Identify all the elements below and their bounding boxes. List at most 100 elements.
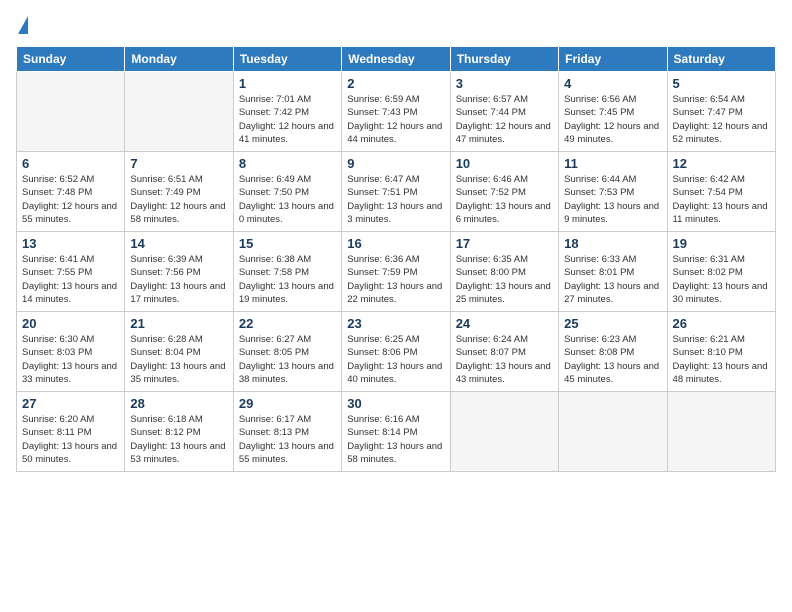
day-number: 17: [456, 236, 553, 251]
day-info: Sunrise: 6:35 AM Sunset: 8:00 PM Dayligh…: [456, 253, 553, 306]
day-info: Sunrise: 7:01 AM Sunset: 7:42 PM Dayligh…: [239, 93, 336, 146]
day-info: Sunrise: 6:17 AM Sunset: 8:13 PM Dayligh…: [239, 413, 336, 466]
day-number: 30: [347, 396, 444, 411]
day-info: Sunrise: 6:16 AM Sunset: 8:14 PM Dayligh…: [347, 413, 444, 466]
day-info: Sunrise: 6:52 AM Sunset: 7:48 PM Dayligh…: [22, 173, 119, 226]
calendar-cell: 4Sunrise: 6:56 AM Sunset: 7:45 PM Daylig…: [559, 72, 667, 152]
calendar-cell: 26 Sunrise: 6:21 AM Sunset: 8:10 PM Dayli…: [667, 312, 775, 392]
calendar-cell: 3 Sunrise: 6:57 AM Sunset: 7:44 PM Daylig…: [450, 72, 558, 152]
calendar-cell: 19Sunrise: 6:31 AM Sunset: 8:02 PM Dayli…: [667, 232, 775, 312]
day-header-thursday: Thursday: [450, 47, 558, 72]
calendar-cell: 20 Sunrise: 6:30 AM Sunset: 8:03 PM Dayli…: [17, 312, 125, 392]
calendar-cell: 11Sunrise: 6:44 AM Sunset: 7:53 PM Dayli…: [559, 152, 667, 232]
day-number: 15: [239, 236, 336, 251]
day-info: Sunrise: 6:51 AM Sunset: 7:49 PM Dayligh…: [130, 173, 227, 226]
day-header-tuesday: Tuesday: [233, 47, 341, 72]
day-number: 13: [22, 236, 119, 251]
day-info: Sunrise: 6:30 AM Sunset: 8:03 PM Dayligh…: [22, 333, 119, 386]
day-header-friday: Friday: [559, 47, 667, 72]
day-info: Sunrise: 6:28 AM Sunset: 8:04 PM Dayligh…: [130, 333, 227, 386]
calendar-cell: 14 Sunrise: 6:39 AM Sunset: 7:56 PM Dayli…: [125, 232, 233, 312]
day-info: Sunrise: 6:23 AM Sunset: 8:08 PM Dayligh…: [564, 333, 661, 386]
day-number: 18: [564, 236, 661, 251]
day-info: Sunrise: 6:49 AM Sunset: 7:50 PM Dayligh…: [239, 173, 336, 226]
day-info: Sunrise: 6:57 AM Sunset: 7:44 PM Dayligh…: [456, 93, 553, 146]
calendar-cell: 18 Sunrise: 6:33 AM Sunset: 8:01 PM Dayli…: [559, 232, 667, 312]
day-number: 5: [673, 76, 770, 91]
calendar-cell: 9 Sunrise: 6:47 AM Sunset: 7:51 PM Daylig…: [342, 152, 450, 232]
day-number: 10: [456, 156, 553, 171]
day-info: Sunrise: 6:27 AM Sunset: 8:05 PM Dayligh…: [239, 333, 336, 386]
day-info: Sunrise: 6:47 AM Sunset: 7:51 PM Dayligh…: [347, 173, 444, 226]
day-info: Sunrise: 6:54 AM Sunset: 7:47 PM Dayligh…: [673, 93, 770, 146]
day-number: 11: [564, 156, 661, 171]
day-info: Sunrise: 6:46 AM Sunset: 7:52 PM Dayligh…: [456, 173, 553, 226]
day-number: 14: [130, 236, 227, 251]
day-info: Sunrise: 6:41 AM Sunset: 7:55 PM Dayligh…: [22, 253, 119, 306]
calendar-cell: [450, 392, 558, 472]
day-info: Sunrise: 6:56 AM Sunset: 7:45 PM Dayligh…: [564, 93, 661, 146]
day-info: Sunrise: 6:33 AM Sunset: 8:01 PM Dayligh…: [564, 253, 661, 306]
calendar-table: SundayMondayTuesdayWednesdayThursdayFrid…: [16, 46, 776, 472]
day-number: 27: [22, 396, 119, 411]
day-info: Sunrise: 6:42 AM Sunset: 7:54 PM Dayligh…: [673, 173, 770, 226]
calendar-cell: 8 Sunrise: 6:49 AM Sunset: 7:50 PM Daylig…: [233, 152, 341, 232]
day-header-wednesday: Wednesday: [342, 47, 450, 72]
week-row-1: 1 Sunrise: 7:01 AM Sunset: 7:42 PM Daylig…: [17, 72, 776, 152]
day-number: 22: [239, 316, 336, 331]
day-number: 9: [347, 156, 444, 171]
day-number: 28: [130, 396, 227, 411]
calendar-cell: 13 Sunrise: 6:41 AM Sunset: 7:55 PM Dayli…: [17, 232, 125, 312]
day-number: 29: [239, 396, 336, 411]
calendar-cell: 17 Sunrise: 6:35 AM Sunset: 8:00 PM Dayli…: [450, 232, 558, 312]
calendar-cell: 6Sunrise: 6:52 AM Sunset: 7:48 PM Daylig…: [17, 152, 125, 232]
calendar-cell: [17, 72, 125, 152]
day-number: 1: [239, 76, 336, 91]
calendar-header-row: SundayMondayTuesdayWednesdayThursdayFrid…: [17, 47, 776, 72]
week-row-3: 13 Sunrise: 6:41 AM Sunset: 7:55 PM Dayli…: [17, 232, 776, 312]
calendar-cell: [559, 392, 667, 472]
calendar-cell: [667, 392, 775, 472]
day-number: 25: [564, 316, 661, 331]
calendar-cell: 22 Sunrise: 6:27 AM Sunset: 8:05 PM Dayli…: [233, 312, 341, 392]
day-number: 8: [239, 156, 336, 171]
calendar-cell: 21 Sunrise: 6:28 AM Sunset: 8:04 PM Dayli…: [125, 312, 233, 392]
day-number: 20: [22, 316, 119, 331]
calendar-cell: 15 Sunrise: 6:38 AM Sunset: 7:58 PM Dayli…: [233, 232, 341, 312]
day-info: Sunrise: 6:20 AM Sunset: 8:11 PM Dayligh…: [22, 413, 119, 466]
calendar-cell: 7 Sunrise: 6:51 AM Sunset: 7:49 PM Daylig…: [125, 152, 233, 232]
day-header-sunday: Sunday: [17, 47, 125, 72]
day-info: Sunrise: 6:24 AM Sunset: 8:07 PM Dayligh…: [456, 333, 553, 386]
day-number: 12: [673, 156, 770, 171]
day-info: Sunrise: 6:21 AM Sunset: 8:10 PM Dayligh…: [673, 333, 770, 386]
day-number: 21: [130, 316, 227, 331]
calendar-cell: 27 Sunrise: 6:20 AM Sunset: 8:11 PM Dayli…: [17, 392, 125, 472]
calendar-cell: 12 Sunrise: 6:42 AM Sunset: 7:54 PM Dayli…: [667, 152, 775, 232]
day-info: Sunrise: 6:31 AM Sunset: 8:02 PM Dayligh…: [673, 253, 770, 306]
day-info: Sunrise: 6:25 AM Sunset: 8:06 PM Dayligh…: [347, 333, 444, 386]
calendar-cell: 10 Sunrise: 6:46 AM Sunset: 7:52 PM Dayli…: [450, 152, 558, 232]
calendar-cell: 28Sunrise: 6:18 AM Sunset: 8:12 PM Dayli…: [125, 392, 233, 472]
week-row-5: 27 Sunrise: 6:20 AM Sunset: 8:11 PM Dayli…: [17, 392, 776, 472]
calendar-cell: 30 Sunrise: 6:16 AM Sunset: 8:14 PM Dayli…: [342, 392, 450, 472]
day-number: 3: [456, 76, 553, 91]
logo: [16, 16, 28, 36]
day-number: 7: [130, 156, 227, 171]
day-header-monday: Monday: [125, 47, 233, 72]
logo-triangle-icon: [18, 16, 28, 34]
day-number: 26: [673, 316, 770, 331]
day-info: Sunrise: 6:59 AM Sunset: 7:43 PM Dayligh…: [347, 93, 444, 146]
calendar-cell: 29 Sunrise: 6:17 AM Sunset: 8:13 PM Dayli…: [233, 392, 341, 472]
week-row-4: 20 Sunrise: 6:30 AM Sunset: 8:03 PM Dayli…: [17, 312, 776, 392]
day-number: 16: [347, 236, 444, 251]
day-info: Sunrise: 6:38 AM Sunset: 7:58 PM Dayligh…: [239, 253, 336, 306]
day-number: 24: [456, 316, 553, 331]
calendar-cell: [125, 72, 233, 152]
day-number: 2: [347, 76, 444, 91]
day-info: Sunrise: 6:39 AM Sunset: 7:56 PM Dayligh…: [130, 253, 227, 306]
week-row-2: 6Sunrise: 6:52 AM Sunset: 7:48 PM Daylig…: [17, 152, 776, 232]
calendar-cell: 24 Sunrise: 6:24 AM Sunset: 8:07 PM Dayli…: [450, 312, 558, 392]
day-header-saturday: Saturday: [667, 47, 775, 72]
page-header: [16, 16, 776, 36]
day-number: 23: [347, 316, 444, 331]
